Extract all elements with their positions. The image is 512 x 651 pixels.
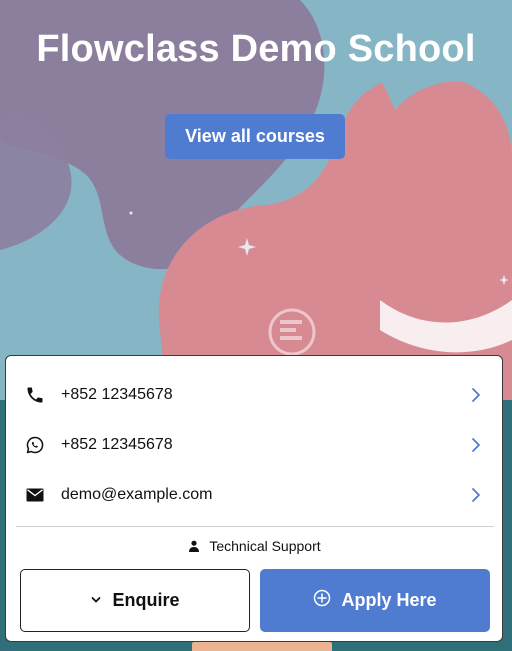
hero-banner: Flowclass Demo School View all courses: [0, 0, 512, 400]
technical-support-label: Technical Support: [209, 538, 321, 554]
page-background-accent: [192, 642, 332, 651]
contact-row-phone[interactable]: +852 12345678: [6, 370, 502, 420]
phone-number: +852 12345678: [61, 386, 173, 403]
contact-row-whatsapp[interactable]: +852 12345678: [6, 420, 502, 470]
user-icon: [187, 539, 201, 553]
chevron-right-icon: [468, 437, 484, 453]
whatsapp-number: +852 12345678: [61, 436, 173, 453]
enquire-button[interactable]: Enquire: [20, 569, 250, 632]
phone-icon: [24, 384, 46, 406]
chevron-right-icon: [468, 387, 484, 403]
mail-icon: [24, 484, 46, 506]
apply-here-button[interactable]: Apply Here: [260, 569, 490, 632]
view-all-courses-button[interactable]: View all courses: [165, 114, 345, 159]
contact-row-email[interactable]: demo@example.com: [6, 470, 502, 520]
email-address: demo@example.com: [61, 486, 213, 503]
contact-card: +852 12345678 +852 12345678 demo@example…: [5, 355, 503, 642]
technical-support-link[interactable]: Technical Support: [6, 536, 502, 556]
chevron-right-icon: [468, 487, 484, 503]
apply-here-label: Apply Here: [341, 590, 437, 610]
enquire-label: Enquire: [112, 590, 180, 610]
card-divider: [16, 526, 494, 527]
school-title: Flowclass Demo School: [36, 28, 476, 70]
plus-circle-icon: [313, 589, 331, 612]
chevron-down-icon: [90, 592, 102, 610]
whatsapp-icon: [24, 434, 46, 456]
